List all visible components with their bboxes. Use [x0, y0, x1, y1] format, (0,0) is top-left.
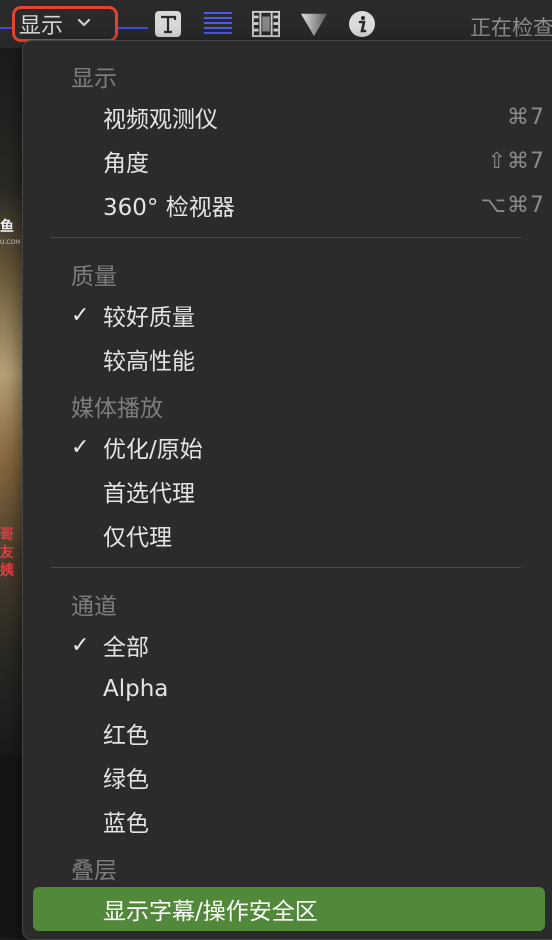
- keyboard-shortcut: ⌘7: [507, 104, 545, 130]
- menu-item-angles[interactable]: 角度 ⇧⌘7: [33, 141, 545, 181]
- menu-item-label: 360° 检视器: [103, 195, 235, 221]
- menu-item-channel-green[interactable]: 绿色: [33, 757, 545, 797]
- poster-char: 友: [0, 545, 14, 561]
- viewer-background: [0, 754, 22, 938]
- section-header-display: 显示: [71, 66, 117, 92]
- menu-item-label: 视频观测仪: [103, 107, 218, 133]
- menu-item-proxy-only[interactable]: 仅代理: [33, 515, 545, 555]
- keyboard-shortcut: ⌥⌘7: [480, 192, 545, 218]
- timeline-indicator-right: [118, 27, 148, 29]
- menu-item-channel-alpha[interactable]: Alpha: [33, 669, 545, 709]
- chevron-down-icon: [77, 16, 91, 32]
- checkmark-icon: ✓: [71, 632, 90, 658]
- section-header-channels: 通道: [71, 594, 117, 620]
- menu-item-label: Alpha: [103, 676, 169, 702]
- titles-icon[interactable]: [154, 10, 182, 38]
- menu-item-label: 红色: [103, 723, 149, 749]
- menu-item-better-performance[interactable]: 较高性能: [33, 339, 545, 379]
- inspector-status-text: 正在检查: [470, 16, 552, 40]
- menu-separator: [51, 237, 521, 238]
- poster-char: 姨: [0, 563, 14, 579]
- menu-item-optimized-original[interactable]: ✓ 优化/原始: [33, 427, 545, 467]
- menu-item-label: 蓝色: [103, 811, 149, 837]
- generators-icon[interactable]: [300, 10, 328, 38]
- menu-item-label: 角度: [103, 151, 149, 177]
- show-menu-label: 显示: [19, 14, 64, 39]
- section-header-overlays: 叠层: [71, 858, 117, 884]
- menu-item-show-title-action-safe-zones[interactable]: 显示字幕/操作安全区: [33, 887, 545, 931]
- menu-item-label: 显示字幕/操作安全区: [103, 899, 318, 925]
- menu-item-label: 首选代理: [103, 481, 195, 507]
- menu-item-label: 较高性能: [103, 349, 195, 375]
- timeline-indicator-left: [0, 27, 12, 29]
- video-frame-thumbnail: 鱼 U.COM 哥 友 姨: [0, 48, 22, 754]
- menu-item-label: 较好质量: [103, 305, 195, 331]
- section-header-media-playback: 媒体播放: [71, 396, 163, 422]
- menu-item-channel-red[interactable]: 红色: [33, 713, 545, 753]
- captions-icon[interactable]: [204, 10, 232, 38]
- menu-item-label: 仅代理: [103, 525, 172, 551]
- checkmark-icon: ✓: [71, 302, 90, 328]
- menu-item-proxy-preferred[interactable]: 首选代理: [33, 471, 545, 511]
- menu-item-label: 绿色: [103, 767, 149, 793]
- menu-item-label: 全部: [103, 635, 149, 661]
- menu-item-channel-blue[interactable]: 蓝色: [33, 801, 545, 841]
- show-dropdown-menu: 显示 视频观测仪 ⌘7 角度 ⇧⌘7 360° 检视器 ⌥⌘7 质量 ✓ 较好质…: [22, 40, 552, 940]
- menu-item-video-scopes[interactable]: 视频观测仪 ⌘7: [33, 97, 545, 137]
- menu-item-label: 优化/原始: [103, 437, 203, 463]
- poster-char: 哥: [0, 527, 14, 543]
- menu-item-channel-all[interactable]: ✓ 全部: [33, 625, 545, 665]
- show-menu-button[interactable]: 显示: [12, 6, 118, 42]
- menu-separator: [51, 567, 521, 568]
- keyboard-shortcut: ⇧⌘7: [487, 148, 545, 174]
- menu-item-better-quality[interactable]: ✓ 较好质量: [33, 295, 545, 335]
- section-header-quality: 质量: [71, 264, 117, 290]
- film-strip-icon[interactable]: [252, 10, 280, 38]
- poster-small-text: U.COM: [0, 239, 21, 246]
- poster-char: 鱼: [0, 219, 14, 235]
- info-icon[interactable]: [348, 10, 376, 38]
- menu-item-360-viewer[interactable]: 360° 检视器 ⌥⌘7: [33, 185, 545, 225]
- checkmark-icon: ✓: [71, 434, 90, 460]
